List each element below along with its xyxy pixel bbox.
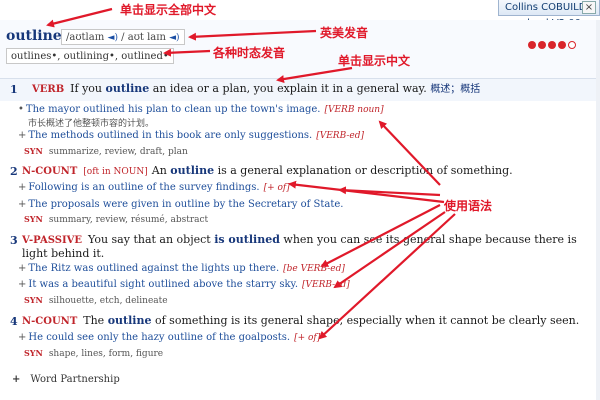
headword: outline	[6, 28, 62, 44]
example-sentence[interactable]: + It was a beautiful sight outlined above…	[18, 279, 350, 290]
example-grammar: [VERB-ed]	[302, 280, 350, 290]
annotation-uk-us-pron: 英美发音	[320, 26, 369, 40]
synonyms: SYN shape, lines, form, figure	[24, 348, 163, 359]
def-keyword: outline	[170, 164, 215, 177]
annotation-tense-pron: 各种时态发音	[213, 46, 286, 60]
synonyms: SYN silhouette, etch, delineate	[24, 295, 168, 306]
def-text: is a general explanation or description …	[214, 164, 513, 177]
annotation-grammar: 使用语法	[444, 199, 493, 213]
syn-label: SYN	[24, 146, 43, 156]
definition-line: N-COUNT The outline of something is its g…	[22, 314, 579, 329]
example-text: The mayor outlined his plan to clean up …	[25, 104, 321, 115]
def-text: You say that an object	[88, 233, 215, 246]
part-of-speech: V-PASSIVE	[22, 235, 83, 246]
freq-dot	[558, 41, 566, 49]
syn-list: summary, review, résumé, abstract	[48, 215, 209, 225]
annotation-show-all-chinese: 单击显示全部中文	[120, 3, 217, 17]
example-sentence[interactable]: + He could see only the hazy outline of t…	[18, 332, 320, 343]
synonyms: SYN summarize, review, draft, plan	[24, 146, 188, 157]
definition-chinese[interactable]: 概述；概括	[430, 84, 480, 95]
example-text: He could see only the hazy outline of th…	[28, 332, 291, 343]
frequency-dots	[528, 34, 578, 53]
sense-4-definition[interactable]: 4 N-COUNT The outline of something is its…	[0, 312, 596, 330]
example-text: Following is an outline of the survey fi…	[28, 182, 260, 193]
definition-line: N-COUNT [oft in NOUN] An outline is a gene…	[22, 164, 513, 179]
example-sentence[interactable]: + The proposals were given in outline by …	[18, 199, 343, 210]
example-grammar: [VERB-ed]	[316, 131, 364, 141]
plus-icon: +	[18, 263, 27, 274]
def-text: when you can see its general shape becau…	[279, 233, 577, 246]
syn-label: SYN	[24, 214, 43, 224]
pron-us: aʊt laɪn	[127, 32, 166, 43]
definition-line: V-PASSIVE You say that an object is outli…	[22, 233, 577, 248]
plus-icon: +	[18, 279, 27, 290]
grammar-pattern: [oft in NOUN]	[83, 167, 148, 177]
example-grammar: [VERB noun]	[324, 105, 384, 115]
def-text: An	[151, 164, 171, 177]
sense-number: 3	[10, 234, 18, 247]
plus-icon: +	[18, 182, 27, 193]
example-sentence[interactable]: + Following is an outline of the survey f…	[18, 182, 290, 193]
example-text: The methods outlined in this book are on…	[28, 130, 313, 141]
plus-icon: +	[18, 332, 27, 343]
entry-body: 1 VERB If you outline an idea or a plan, …	[0, 79, 596, 400]
expand-plus-icon: +	[12, 374, 21, 385]
sense-number: 4	[10, 315, 18, 328]
example-chinese: 市长概述了他整顿市容的计划。	[28, 119, 155, 129]
example-grammar: [+ of]	[294, 333, 321, 343]
syn-list: shape, lines, form, figure	[48, 349, 164, 359]
pron-uk: /aʊtlaɪn	[66, 32, 105, 43]
sense-3-definition[interactable]: 3 V-PASSIVE You say that an object is out…	[0, 230, 596, 262]
example-sentence[interactable]: + The methods outlined in this book are o…	[18, 130, 364, 141]
synonyms: SYN summary, review, résumé, abstract	[24, 214, 208, 225]
freq-dot	[548, 41, 556, 49]
definition-line: VERB If you outline an idea or a plan, yo…	[32, 82, 480, 97]
def-keyword: outline	[105, 82, 150, 95]
plus-icon: +	[18, 199, 27, 210]
freq-dot	[538, 41, 546, 49]
example-text: It was a beautiful sight outlined above …	[28, 279, 299, 290]
syn-label: SYN	[24, 348, 43, 358]
def-text: The	[83, 314, 108, 327]
word-forms[interactable]: outlines•, outlining•, outlined•	[6, 48, 174, 64]
word-partnership-label: Word Partnership	[30, 374, 120, 385]
part-of-speech: N-COUNT	[22, 166, 78, 177]
example-sentence[interactable]: + The Ritz was outlined against the light…	[18, 263, 345, 274]
sense-2-definition[interactable]: 2 N-COUNT [oft in NOUN] An outline is a ge…	[0, 162, 596, 180]
speaker-us-icon[interactable]: ◄)	[169, 33, 179, 43]
pronunciation-box: /aʊtlaɪn ◄) / aʊt laɪn ◄)	[61, 29, 185, 45]
part-of-speech: N-COUNT	[22, 316, 78, 327]
example-grammar: [be VERB-ed]	[283, 264, 345, 274]
annotation-show-chinese: 单击显示中文	[338, 54, 411, 68]
syn-list: silhouette, etch, delineate	[48, 296, 168, 306]
sense-number: 2	[10, 165, 18, 178]
entry-header: outline /aʊtlaɪn ◄) / aʊt laɪn ◄) outlin…	[0, 20, 596, 79]
sense-number: 1	[10, 83, 18, 96]
scrollbar[interactable]	[596, 20, 600, 400]
definition-line-2: light behind it.	[22, 247, 105, 260]
freq-dot	[528, 41, 536, 49]
speaker-uk-icon[interactable]: ◄)	[108, 33, 118, 43]
close-button[interactable]: ×	[582, 1, 596, 14]
example-text: The proposals were given in outline by t…	[28, 199, 344, 210]
freq-dot-empty	[568, 41, 576, 49]
def-text: If you	[70, 82, 106, 95]
example-sentence[interactable]: • The mayor outlined his plan to clean up…	[18, 104, 384, 115]
part-of-speech: VERB	[32, 84, 65, 95]
def-keyword: outline	[107, 314, 152, 327]
example-text: The Ritz was outlined against the lights…	[28, 263, 280, 274]
sense-1-definition[interactable]: 1 VERB If you outline an idea or a plan, …	[0, 79, 596, 101]
example-grammar: [+ of]	[263, 183, 290, 193]
def-keyword: is outlined	[214, 233, 280, 246]
bullet-icon: •	[18, 104, 24, 115]
syn-list: summarize, review, draft, plan	[48, 147, 188, 157]
syn-label: SYN	[24, 295, 43, 305]
plus-icon: +	[18, 130, 27, 141]
def-text: of something is its general shape, espec…	[151, 314, 580, 327]
def-text: an idea or a plan, you explain it in a g…	[149, 82, 427, 95]
word-partnership-toggle[interactable]: + Word Partnership	[12, 374, 120, 385]
